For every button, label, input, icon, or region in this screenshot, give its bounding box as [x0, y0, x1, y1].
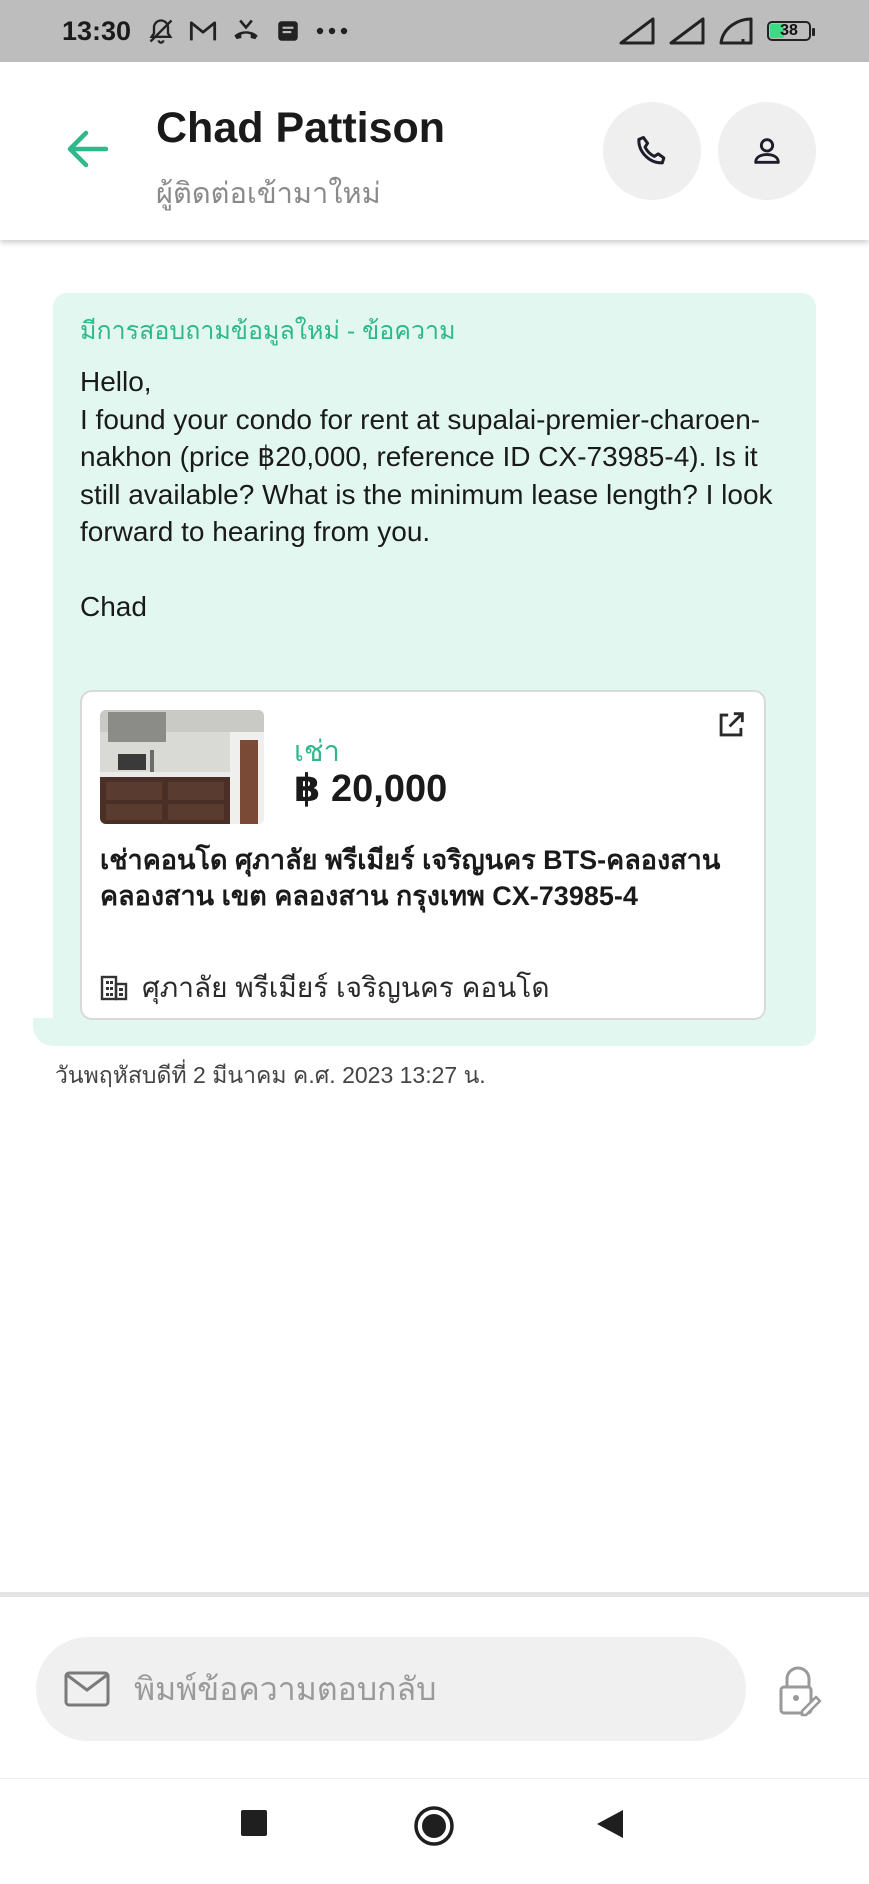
lock-edit-icon[interactable]	[776, 1665, 822, 1717]
phone-icon	[637, 136, 666, 165]
back-triangle-icon[interactable]	[596, 1809, 624, 1839]
missed-call-icon	[234, 19, 258, 40]
wifi-icon	[719, 17, 753, 45]
reply-input-container[interactable]	[36, 1637, 746, 1741]
open-external-icon[interactable]	[714, 708, 748, 742]
message-body: Hello, I found your condo for rent at su…	[80, 366, 773, 622]
status-time: 13:30	[62, 15, 132, 46]
contact-name: Chad Pattison	[156, 104, 446, 152]
recents-square-icon[interactable]	[240, 1809, 268, 1837]
message-bubble: มีการสอบถามข้อมูลใหม่ - ข้อความ Hello, I…	[53, 293, 816, 1046]
listing-project: ศุภาลัย พรีเมียร์ เจริญนคร คอนโด	[100, 966, 550, 1010]
listing-title: เช่าคอนโด ศุภาลัย พรีเมียร์ เจริญนคร BTS…	[100, 845, 721, 911]
battery-level: 38	[780, 22, 798, 39]
gmail-icon	[189, 21, 217, 41]
reply-composer	[0, 1592, 869, 1783]
listing-price: ฿ 20,000	[294, 768, 448, 810]
back-arrow-icon[interactable]	[66, 130, 108, 168]
signal-icon	[669, 17, 705, 45]
mail-icon	[64, 1671, 110, 1707]
more-dots-icon	[316, 27, 348, 35]
home-circle-icon[interactable]	[413, 1805, 455, 1847]
status-bar: 13:30 38	[0, 0, 869, 62]
building-icon	[100, 975, 128, 1001]
message-subject: มีการสอบถามข้อมูลใหม่ - ข้อความ	[80, 317, 456, 345]
signal-icon	[619, 17, 655, 45]
listing-card[interactable]: เช่า ฿ 20,000 เช่าคอนโด ศุภาลัย พรีเมียร…	[80, 690, 766, 1020]
muted-bell-icon	[149, 19, 173, 44]
contact-status: ผู้ติดต่อเข้ามาใหม่	[156, 178, 381, 210]
status-right-icons: 38	[619, 0, 815, 62]
status-left-icons	[147, 17, 349, 45]
person-icon	[754, 138, 780, 164]
battery-icon: 38	[767, 21, 815, 41]
reply-input[interactable]	[132, 1669, 696, 1709]
message-icon	[278, 21, 298, 41]
call-button[interactable]	[603, 102, 701, 200]
chat-header: Chad Pattison ผู้ติดต่อเข้ามาใหม่	[0, 62, 869, 240]
listing-project-name: ศุภาลัย พรีเมียร์ เจริญนคร คอนโด	[142, 972, 550, 1003]
message-timestamp: วันพฤหัสบดีที่ 2 มีนาคม ค.ศ. 2023 13:27 …	[55, 1062, 486, 1088]
system-nav-bar	[0, 1778, 869, 1884]
contact-profile-button[interactable]	[718, 102, 816, 200]
listing-thumbnail	[100, 710, 264, 824]
